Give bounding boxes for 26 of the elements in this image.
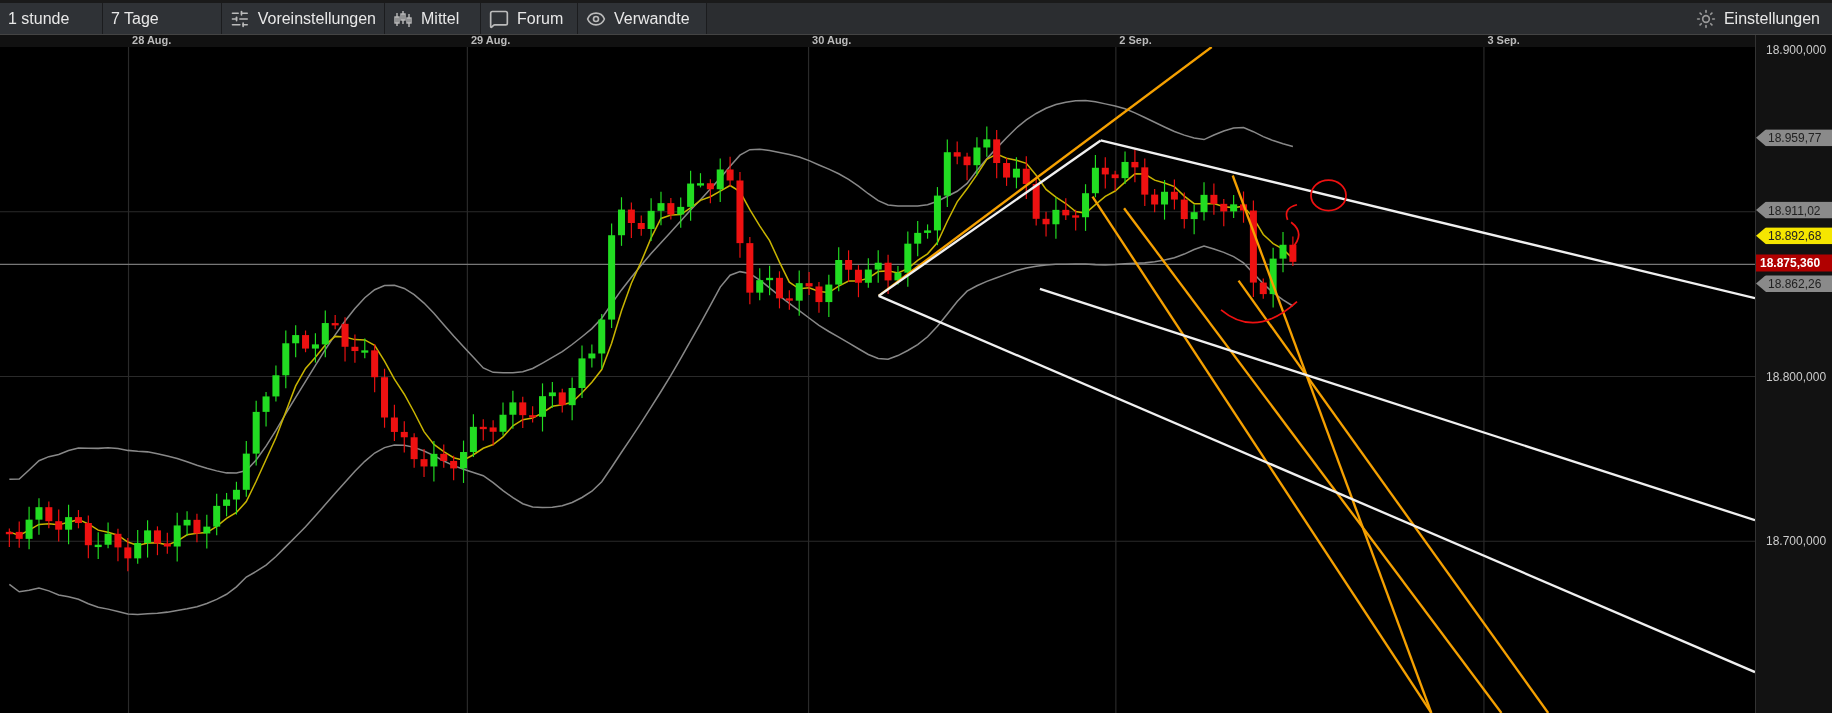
toolbar-button[interactable]: Voreinstellungen: [222, 3, 385, 34]
price-label: 18.900,000: [1766, 43, 1827, 58]
date-label: 28 Aug.: [132, 34, 172, 46]
price-tag: 18.875,360: [1756, 254, 1832, 272]
toolbar-button[interactable]: 1 stunde: [0, 3, 103, 34]
date-label: 2 Sep.: [1119, 34, 1152, 46]
toolbar-button[interactable]: 7 Tage: [103, 3, 222, 34]
date-label: 29 Aug.: [470, 34, 511, 46]
price-tag: 18.911,02: [1756, 201, 1832, 219]
date-label: 3 Sep.: [1487, 34, 1520, 46]
sliders-icon: [230, 8, 250, 29]
toolbar-button[interactable]: Forum: [481, 3, 578, 34]
settings-icon: [1695, 8, 1716, 29]
price-tag: 18.959,77: [1756, 129, 1832, 147]
hand-drawn-circle: [1310, 179, 1347, 212]
speech-bubble-icon: [489, 8, 509, 29]
price-label: 18.800,000: [1766, 369, 1827, 384]
settings-button[interactable]: Einstellungen: [1683, 3, 1832, 34]
candlestick-icon: [393, 9, 413, 28]
price-tag: 18.862,26: [1756, 275, 1832, 293]
toolbar-button[interactable]: Verwandte: [578, 3, 707, 34]
date-label: 30 Aug.: [812, 34, 852, 46]
toolbar-button[interactable]: Mittel: [385, 3, 481, 34]
hand-drawn-mark: [1285, 203, 1300, 250]
price-tag: 18.892,68: [1756, 227, 1832, 245]
price-label: 18.700,000: [1766, 534, 1827, 549]
